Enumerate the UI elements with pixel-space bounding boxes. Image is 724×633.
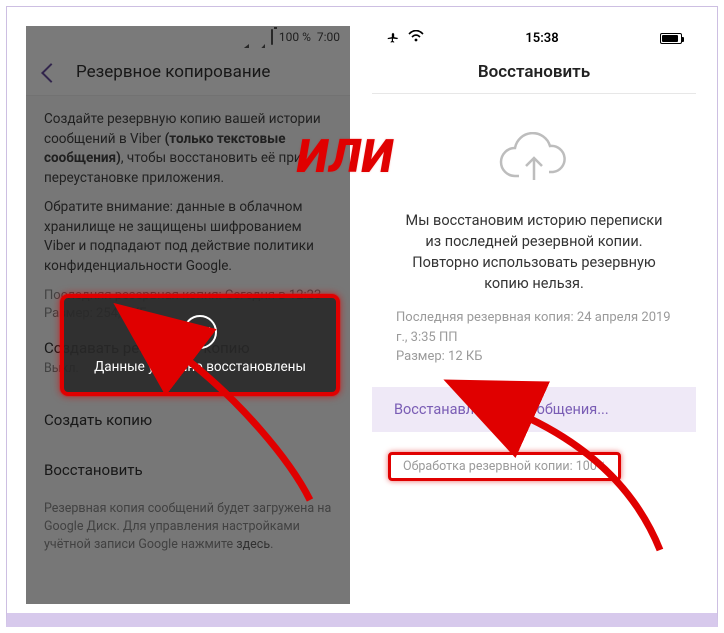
last-backup-line: Последняя резервная копия: 24 апреля 201… (396, 308, 672, 347)
toast-text: Данные успешно восстановлены (94, 359, 306, 375)
here-link[interactable]: здесь (236, 537, 270, 552)
appbar-title: Резервное копирование (76, 62, 270, 82)
success-toast: Данные успешно восстановлены (60, 294, 340, 396)
battery-percent: 100 % (279, 30, 311, 44)
ios-statusbar: 15:38 (372, 26, 696, 50)
backup-meta: Последняя резервная копия: 24 апреля 201… (396, 308, 672, 367)
wifi-icon (235, 30, 249, 44)
progress-text: Обработка резервной копии: 100% (388, 452, 621, 481)
restore-row[interactable]: Восстановить (44, 436, 332, 488)
progress-text-row: Обработка резервной копии: 100% (372, 446, 696, 487)
cloud-upload-icon (497, 132, 571, 186)
size-line: Размер: 12 КБ (396, 347, 672, 367)
wifi-icon (408, 30, 424, 46)
android-appbar: Резервное копирование (26, 48, 350, 96)
android-statusbar: 100 % 7:00 (26, 26, 350, 48)
ios-body: Мы восстановим историю переписки из посл… (372, 94, 696, 487)
restore-desc: Резервная копия сообщений будет загружен… (44, 500, 332, 554)
restore-description: Мы восстановим историю переписки из посл… (396, 210, 672, 294)
battery-icon (271, 30, 273, 44)
intro-text: Создайте резервную копию вашей истории с… (44, 110, 332, 188)
ios-screen: 15:38 Восстановить Мы восстановим истори… (372, 26, 696, 604)
back-arrow-icon[interactable] (40, 63, 58, 81)
navbar-title: Восстановить (478, 62, 590, 82)
android-screen: 100 % 7:00 Резервное копирование Создайт… (26, 26, 350, 604)
clock: 15:38 (525, 31, 558, 46)
cellular-icon (255, 30, 265, 44)
clock: 7:00 (317, 30, 340, 44)
checkmark-icon (183, 315, 217, 349)
warning-text: Обратите внимание: данные в облачном хра… (44, 198, 332, 276)
or-label: ИЛИ (297, 130, 394, 184)
ios-navbar: Восстановить (372, 50, 696, 94)
battery-icon (660, 33, 682, 44)
airplane-icon (386, 31, 400, 45)
progress-band: Восстанавливаем сообщения... (372, 387, 696, 432)
